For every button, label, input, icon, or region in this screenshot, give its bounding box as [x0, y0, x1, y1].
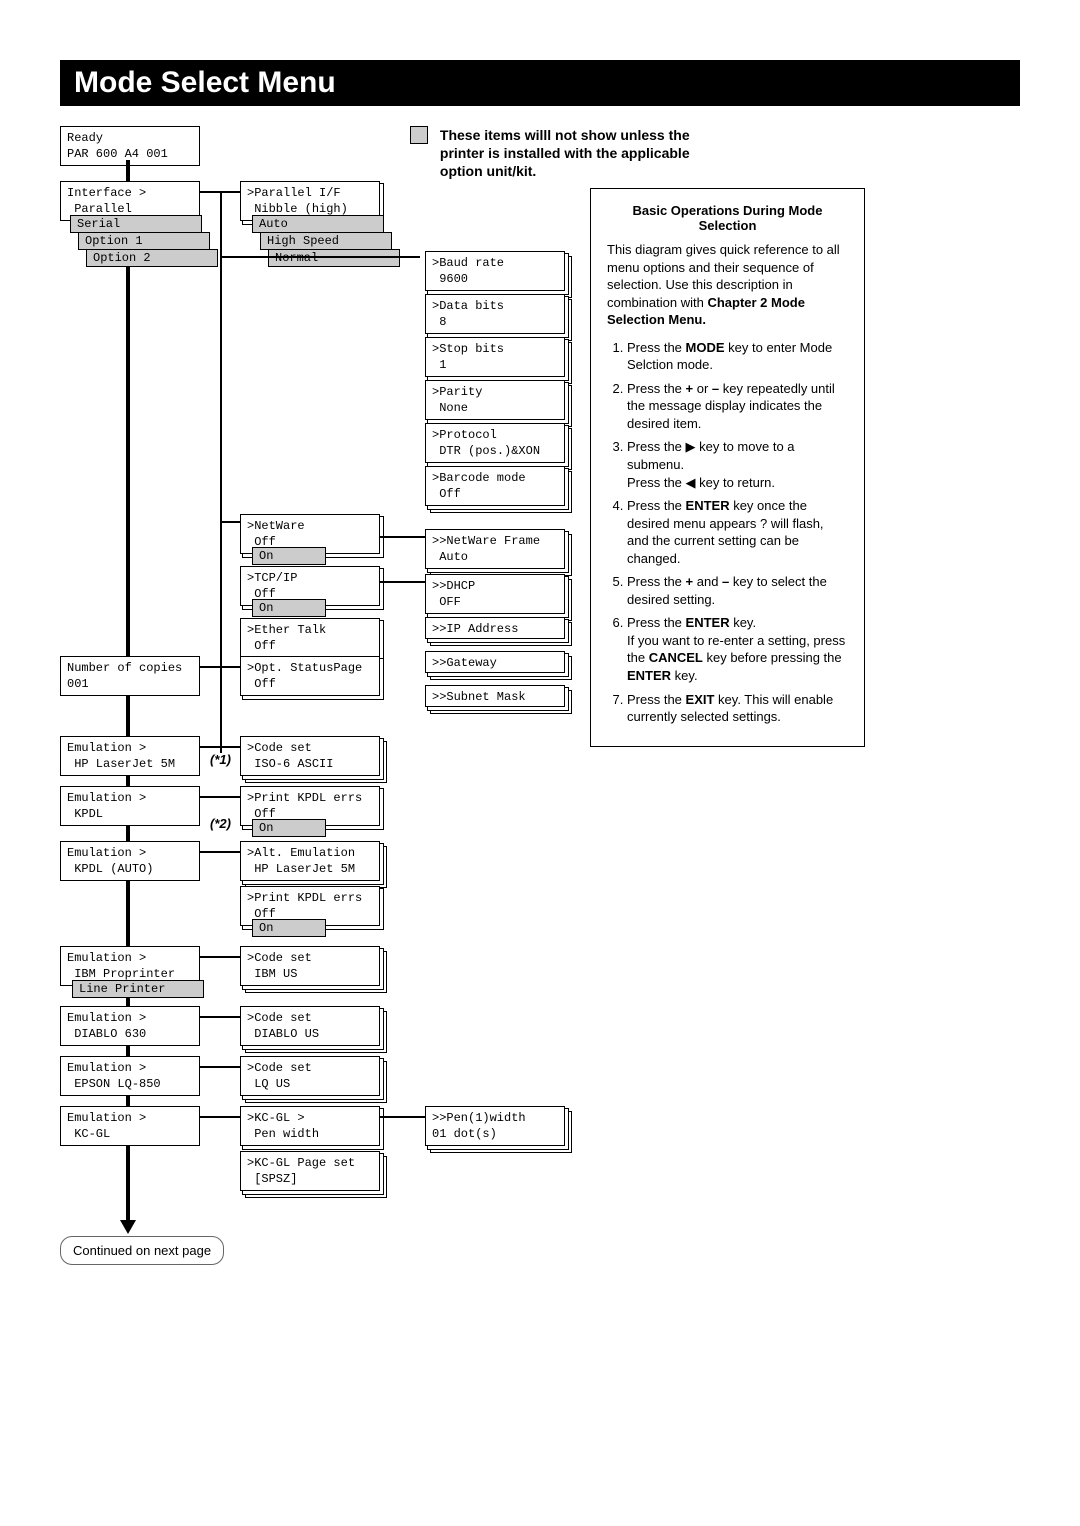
box-em-epson: Emulation > EPSON LQ-850 [60, 1056, 200, 1096]
legend-text: These items willl not show unless the pr… [440, 126, 690, 181]
opt-highspeed: High Speed [260, 232, 392, 250]
box-em-diablo: Emulation > DIABLO 630 [60, 1006, 200, 1046]
diagram: These items willl not show unless the pr… [60, 126, 1020, 1426]
box-copies: Number of copies 001 [60, 656, 200, 696]
sidebar-title: Basic Operations During Mode Selection [607, 203, 848, 233]
opt-netware-on: On [252, 547, 326, 565]
opt-option2: Option 2 [86, 249, 218, 267]
box-codeset-lq: >Code set LQ US [240, 1056, 380, 1096]
box-altem: >Alt. Emulation HP LaserJet 5M [240, 841, 380, 881]
legend-swatch [410, 126, 428, 144]
box-ready: ReadyPAR 600 A4 001 [60, 126, 200, 166]
box-codeset-iso: >Code set ISO-6 ASCII [240, 736, 380, 776]
box-codeset-diablo: >Code set DIABLO US [240, 1006, 380, 1046]
opt-tcpip-on: On [252, 599, 326, 617]
arrow-down-icon [120, 1220, 136, 1234]
opt-auto: Auto [252, 215, 384, 233]
box-kcgl: >KC-GL > Pen width [240, 1106, 380, 1146]
box-parity: >Parity None [425, 380, 565, 420]
box-databits: >Data bits 8 [425, 294, 565, 334]
note-star2: (*2) [210, 816, 231, 831]
step-5: Press the + and – key to select the desi… [627, 573, 848, 608]
step-1: Press the MODE key to enter Mode Selctio… [627, 339, 848, 374]
box-em-kcgl: Emulation > KC-GL [60, 1106, 200, 1146]
note-star1: (*1) [210, 752, 231, 767]
opt-lineprinter: Line Printer [72, 980, 204, 998]
box-em-hp: Emulation > HP LaserJet 5M [60, 736, 200, 776]
sidebar-steps: Press the MODE key to enter Mode Selctio… [607, 339, 848, 726]
step-4: Press the ENTER key once the desired men… [627, 497, 848, 567]
step-3: Press the ▶ key to move to a submenu.Pre… [627, 438, 848, 491]
box-gateway: >>Gateway [425, 651, 565, 673]
legend: These items willl not show unless the pr… [410, 126, 700, 181]
box-em-kpdl: Emulation > KPDL [60, 786, 200, 826]
step-6: Press the ENTER key.If you want to re-en… [627, 614, 848, 684]
box-em-kpdlauto: Emulation > KPDL (AUTO) [60, 841, 200, 881]
opt-kpdlerr-on: On [252, 819, 326, 837]
box-stopbits: >Stop bits 1 [425, 337, 565, 377]
box-codeset-ibm: >Code set IBM US [240, 946, 380, 986]
sidebar-intro: This diagram gives quick reference to al… [607, 241, 848, 329]
opt-normal: Normal [268, 249, 400, 267]
box-barcode: >Barcode mode Off [425, 466, 565, 506]
opt-kpdlerr2-on: On [252, 919, 326, 937]
box-baud: >Baud rate 9600 [425, 251, 565, 291]
sidebar-operations: Basic Operations During Mode Selection T… [590, 188, 865, 747]
page-title: Mode Select Menu [60, 60, 1020, 106]
box-netware-frame: >>NetWare Frame Auto [425, 529, 565, 569]
box-ip: >>IP Address [425, 617, 565, 639]
opt-option1: Option 1 [78, 232, 210, 250]
box-dhcp: >>DHCP OFF [425, 574, 565, 614]
box-statuspage: >Opt. StatusPage Off [240, 656, 380, 696]
box-subnet: >>Subnet Mask [425, 685, 565, 707]
box-kcgl-page: >KC-GL Page set [SPSZ] [240, 1151, 380, 1191]
box-protocol: >Protocol DTR (pos.)&XON [425, 423, 565, 463]
continued-label: Continued on next page [60, 1236, 224, 1265]
box-ethertalk: >Ether Talk Off [240, 618, 380, 658]
opt-serial: Serial [70, 215, 202, 233]
box-pen: >>Pen(1)width 01 dot(s) [425, 1106, 565, 1146]
step-7: Press the EXIT key. This will enable cur… [627, 691, 848, 726]
step-2: Press the + or – key repeatedly until th… [627, 380, 848, 433]
